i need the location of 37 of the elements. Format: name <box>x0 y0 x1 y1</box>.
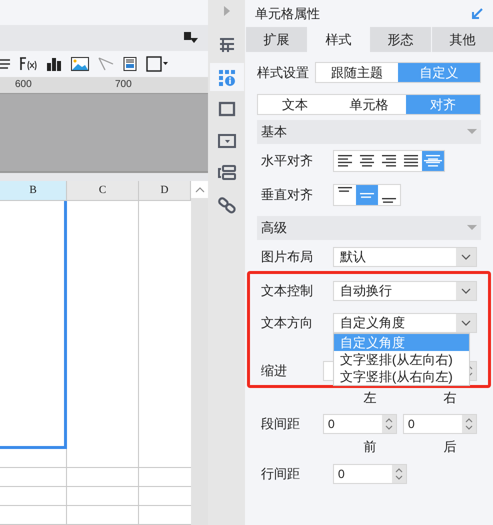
ruler-label: 700 <box>115 78 132 92</box>
section-title: 基本 <box>261 123 287 142</box>
field-label: 段间距 <box>261 414 301 433</box>
field-sublabel: 左 <box>362 389 378 407</box>
column-header[interactable]: C <box>67 181 139 200</box>
ruler-label: 600 <box>15 78 32 92</box>
dropdown-option[interactable]: 文字竖排(从左向右) <box>334 351 469 368</box>
panel-tab[interactable]: 形态 <box>370 27 431 52</box>
field-sublabel: 前 <box>362 438 378 456</box>
style-option[interactable]: 跟随主题 <box>316 63 398 82</box>
panel-tab[interactable]: 扩展 <box>246 27 307 52</box>
section-title: 高级 <box>261 219 287 238</box>
image-layout-select[interactable]: 默认 <box>333 247 477 267</box>
dropdown-option[interactable]: 文字竖排(从右向左) <box>334 368 469 385</box>
field-label: 文本控制 <box>261 282 314 300</box>
column-header[interactable]: B <box>0 181 67 200</box>
field-label: 水平对齐 <box>261 152 314 170</box>
field-label: 图片布局 <box>261 248 314 266</box>
sub-tab[interactable]: 文本 <box>258 95 332 114</box>
line-spacing-field[interactable]: 0 <box>333 464 407 484</box>
spacing-field[interactable]: 0 <box>323 414 397 434</box>
section-header[interactable]: 高级 <box>257 216 481 240</box>
sub-tab[interactable]: 单元格 <box>332 95 406 114</box>
section-header[interactable]: 基本 <box>257 120 481 144</box>
field-label: 缩进 <box>261 362 288 380</box>
spacing-field[interactable]: 0 <box>403 414 477 434</box>
field-label: 行间距 <box>261 465 301 484</box>
field-label: 垂直对齐 <box>261 186 314 204</box>
field-sublabel: 右 <box>442 389 458 407</box>
text-control-select[interactable]: 自动换行 <box>333 281 477 301</box>
panel-tab[interactable]: 其他 <box>432 27 493 52</box>
panel-title: 单元格属性 <box>255 4 320 23</box>
field-label: 文本方向 <box>261 314 314 332</box>
text-direction-select[interactable]: 自定义角度 <box>333 313 477 333</box>
column-header[interactable]: D <box>139 181 191 200</box>
field-sublabel: 后 <box>442 438 458 456</box>
field-label: 样式设置 <box>257 64 310 82</box>
